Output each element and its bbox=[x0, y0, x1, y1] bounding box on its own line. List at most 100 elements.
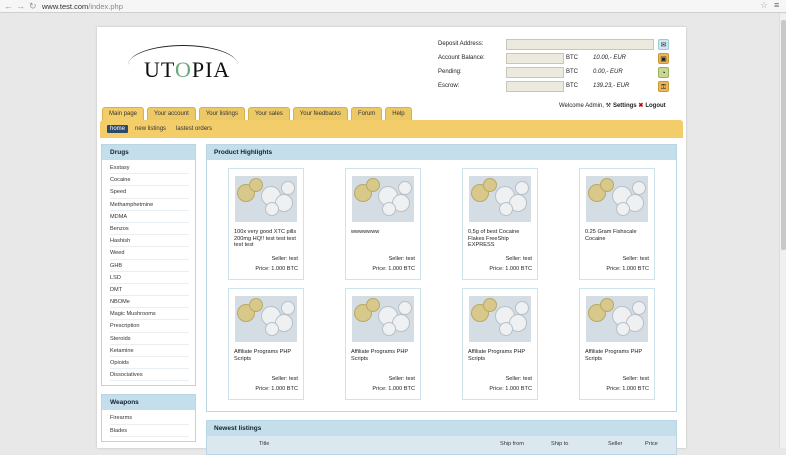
sidebar-item-drugs-2[interactable]: Speed bbox=[110, 186, 189, 199]
product-title[interactable]: Affiliate Programs PHP Scripts bbox=[585, 349, 653, 362]
logo-text-a: UT bbox=[144, 57, 175, 82]
scrollbar-thumb[interactable] bbox=[781, 20, 786, 250]
product-thumbnail[interactable] bbox=[469, 176, 531, 222]
sidebar-item-drugs-15[interactable]: Ketamine bbox=[110, 345, 189, 357]
product-title[interactable]: Affiliate Programs PHP Scripts bbox=[234, 349, 302, 362]
product-price: Price: 1.000 BTC bbox=[489, 386, 532, 392]
sidebar-item-weapons-1[interactable]: Blades bbox=[110, 425, 189, 437]
sidebar-item-drugs-14[interactable]: Steroids bbox=[110, 333, 189, 345]
sidebar-item-drugs-4[interactable]: MDMA bbox=[110, 211, 189, 223]
pending-icon[interactable]: ◔ bbox=[658, 67, 669, 78]
settings-link[interactable]: Settings bbox=[613, 103, 637, 109]
settings-icon[interactable]: ⚒ bbox=[606, 103, 611, 109]
product-seller: Seller: test bbox=[505, 376, 532, 382]
product-title[interactable]: wwwwwww bbox=[351, 229, 419, 236]
product-thumbnail[interactable] bbox=[352, 296, 414, 342]
balance-icon[interactable]: ▣ bbox=[658, 53, 669, 64]
pill-graphic bbox=[632, 181, 646, 195]
column-seller[interactable]: Seller bbox=[608, 441, 622, 447]
column-ship-from[interactable]: Ship from bbox=[500, 441, 524, 447]
tab-main-page[interactable]: Main page bbox=[102, 107, 145, 120]
sidebar-item-drugs-9[interactable]: LSD bbox=[110, 272, 189, 284]
sidebar-item-drugs-1[interactable]: Cocaine bbox=[110, 174, 189, 187]
product-price: Price: 1.000 BTC bbox=[255, 386, 298, 392]
subnav-lastest-orders[interactable]: lastest orders bbox=[173, 125, 215, 133]
welcome-text: Welcome Admin, bbox=[559, 103, 604, 109]
back-icon[interactable]: ← bbox=[4, 1, 13, 12]
deposit-address-field[interactable] bbox=[506, 39, 654, 50]
product-card[interactable]: Affiliate Programs PHP Scripts Seller: te… bbox=[345, 288, 421, 400]
sidebar-item-drugs-12[interactable]: Magic Mushrooms bbox=[110, 308, 189, 321]
drugs-list: Exstasy Cocaine Speed Methamphetmine MDMA Ben… bbox=[102, 160, 195, 385]
column-ship-to[interactable]: Ship to bbox=[551, 441, 568, 447]
tab-help[interactable]: Help bbox=[385, 107, 412, 120]
pill-graphic bbox=[366, 178, 380, 192]
logout-icon[interactable]: ✖ bbox=[638, 103, 643, 109]
tab-your-feedbacks[interactable]: Your feedbacks bbox=[292, 107, 348, 120]
sidebar-item-drugs-13[interactable]: Prescription bbox=[110, 320, 189, 333]
tab-forum[interactable]: Forum bbox=[350, 107, 383, 120]
sidebar-item-weapons-0[interactable]: Firearms bbox=[110, 412, 189, 425]
sidebar-item-drugs-11[interactable]: NBOMe bbox=[110, 296, 189, 309]
page-container: UTOPIA Deposit Address: ✉ Account Balanc… bbox=[97, 27, 686, 455]
logout-link[interactable]: Logout bbox=[645, 103, 665, 109]
tab-your-listings[interactable]: Your listings bbox=[198, 107, 245, 120]
tab-your-sales[interactable]: Your sales bbox=[247, 107, 290, 120]
product-title[interactable]: 0,5g of best Cocaine Flakes FreeShip EXP… bbox=[468, 229, 536, 249]
product-thumbnail[interactable] bbox=[586, 176, 648, 222]
product-title[interactable]: Affiliate Programs PHP Scripts bbox=[351, 349, 419, 362]
escrow-lock-icon[interactable]: ⚿ bbox=[658, 81, 669, 92]
pill-graphic bbox=[632, 301, 646, 315]
subnav-new-listings[interactable]: new listings bbox=[132, 125, 169, 133]
product-thumbnail[interactable] bbox=[352, 176, 414, 222]
product-card[interactable]: 0,5g of best Cocaine Flakes FreeShip EXP… bbox=[462, 168, 538, 280]
column-title[interactable]: Title bbox=[259, 441, 269, 447]
pending-row: Pending: BTC 0.00,- EUR ◔ bbox=[438, 67, 678, 78]
column-price[interactable]: Price bbox=[645, 441, 658, 447]
sidebar-item-drugs-0[interactable]: Exstasy bbox=[110, 162, 189, 175]
sidebar-item-drugs-17[interactable]: Dissociatives bbox=[110, 369, 189, 382]
product-card[interactable]: Affiliate Programs PHP Scripts Seller: te… bbox=[462, 288, 538, 400]
escrow-label: Escrow: bbox=[438, 83, 460, 89]
tab-your-account[interactable]: Your account bbox=[147, 107, 196, 120]
product-thumbnail[interactable] bbox=[469, 296, 531, 342]
product-card[interactable]: wwwwwww Seller: test Price: 1.000 BTC bbox=[345, 168, 421, 280]
product-title[interactable]: Affiliate Programs PHP Scripts bbox=[468, 349, 536, 362]
site-logo[interactable]: UTOPIA bbox=[122, 43, 242, 87]
product-card[interactable]: Affiliate Programs PHP Scripts Seller: te… bbox=[579, 288, 655, 400]
logo-text-o: O bbox=[174, 57, 192, 82]
account-balance-label: Account Balance: bbox=[438, 55, 485, 61]
new-address-icon[interactable]: ✉ bbox=[658, 39, 669, 50]
account-balance-field bbox=[506, 53, 564, 64]
sidebar-item-drugs-16[interactable]: Opioids bbox=[110, 357, 189, 370]
reload-icon[interactable]: ↻ bbox=[29, 1, 37, 12]
sidebar-item-drugs-8[interactable]: GHB bbox=[110, 260, 189, 272]
product-title[interactable]: 0.25 Gram Fishscale Cocaine bbox=[585, 229, 653, 242]
sidebar-item-drugs-5[interactable]: Benzos bbox=[110, 223, 189, 236]
sidebar-item-drugs-3[interactable]: Methamphetmine bbox=[110, 199, 189, 211]
product-card[interactable]: 100x very good XTC pills 200mg HQ!! test… bbox=[228, 168, 304, 280]
pill-graphic bbox=[281, 181, 295, 195]
balance-eur-value: 10.00,- EUR bbox=[593, 55, 627, 61]
sidebar-item-drugs-6[interactable]: Hashish bbox=[110, 235, 189, 248]
product-card[interactable]: 0.25 Gram Fishscale Cocaine Seller: test P… bbox=[579, 168, 655, 280]
product-card[interactable]: Affiliate Programs PHP Scripts Seller: te… bbox=[228, 288, 304, 400]
product-thumbnail[interactable] bbox=[235, 296, 297, 342]
browser-menu-icon[interactable]: ≡ bbox=[774, 0, 779, 10]
sidebar-item-drugs-7[interactable]: Weed bbox=[110, 247, 189, 260]
forward-icon[interactable]: → bbox=[16, 1, 25, 12]
bookmark-star-icon[interactable]: ☆ bbox=[760, 0, 768, 11]
pill-graphic bbox=[515, 181, 529, 195]
newest-listings-box: Newest listings Title Ship from Ship to … bbox=[206, 420, 677, 455]
product-thumbnail[interactable] bbox=[235, 176, 297, 222]
product-thumbnail[interactable] bbox=[586, 296, 648, 342]
page-scrollbar[interactable] bbox=[779, 14, 786, 448]
browser-toolbar: ← → ↻ www.test.com/index.php ☆ ≡ bbox=[0, 0, 786, 13]
subnav-home[interactable]: home bbox=[107, 125, 129, 133]
product-seller: Seller: test bbox=[271, 256, 298, 262]
sidebar-item-drugs-10[interactable]: DMT bbox=[110, 284, 189, 297]
pill-graphic bbox=[281, 301, 295, 315]
product-title[interactable]: 100x very good XTC pills 200mg HQ!! test… bbox=[234, 229, 302, 249]
address-bar[interactable]: www.test.com/index.php bbox=[42, 1, 742, 12]
pill-graphic bbox=[249, 298, 263, 312]
